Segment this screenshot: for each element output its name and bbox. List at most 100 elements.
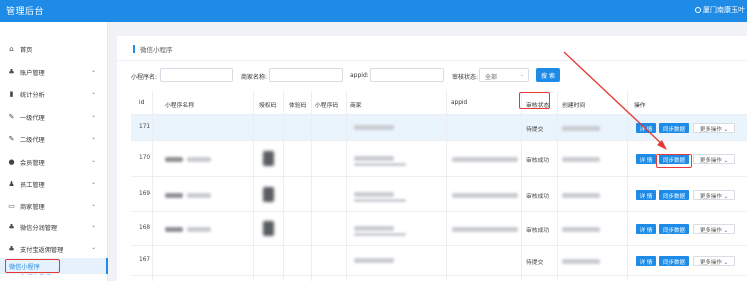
sidebar-item-6[interactable]: ♟ 员工管理 ⌄ <box>0 175 108 193</box>
sidebar-item-3[interactable]: ✎ 一级代理 ⌄ <box>0 108 108 126</box>
appid-filter-input[interactable] <box>370 68 444 82</box>
table-row[interactable]: 170 审核成功详 情同步数据 更多操作 ⌄ <box>131 141 747 177</box>
divider <box>117 60 747 61</box>
chevron-down-icon: ⌄ <box>723 127 729 133</box>
more-actions-dropdown[interactable]: 更多操作 ⌄ <box>693 190 735 200</box>
redacted-name <box>187 157 211 162</box>
user-menu[interactable]: 厦门南康玉叶 <box>695 5 745 15</box>
detail-button[interactable]: 详 情 <box>636 154 656 164</box>
redacted-name <box>165 157 183 162</box>
status-filter-label: 审核状态: <box>452 74 479 81</box>
redacted-name <box>187 227 211 232</box>
more-actions-dropdown[interactable]: 更多操作 ⌄ <box>693 256 735 266</box>
chevron-icon: ⌄ <box>91 134 97 141</box>
sidebar-item-label: 一级代理 <box>20 115 45 122</box>
table-row[interactable]: 169 审核成功详 情同步数据 更多操作 ⌄ <box>131 177 747 212</box>
sync-data-button[interactable]: 同步数据 <box>659 256 689 266</box>
auth-qr-code[interactable] <box>263 187 274 202</box>
redacted-created-time <box>562 227 600 232</box>
sidebar-item-7[interactable]: ▭ 商家管理 ⌄ <box>0 197 108 215</box>
column-divider <box>557 91 558 281</box>
redacted-merchant <box>354 258 394 263</box>
detail-button[interactable]: 详 情 <box>636 256 656 266</box>
auth-qr-code[interactable] <box>263 151 274 166</box>
sidebar-item-8[interactable]: ♣ 微信分润管理 ⌄ <box>0 218 108 236</box>
user-group-icon: ♣ <box>8 222 15 231</box>
sidebar-item-1[interactable]: ♣ 账户管理 ⌄ <box>0 63 108 81</box>
redacted-appid <box>452 157 518 162</box>
sync-data-button[interactable]: 同步数据 <box>659 190 689 200</box>
more-actions-dropdown[interactable]: 更多操作 ⌄ <box>693 224 735 234</box>
sync-data-button[interactable]: 同步数据 <box>659 224 689 234</box>
more-actions-label: 更多操作 <box>699 260 722 266</box>
row-id: 170 <box>139 155 151 161</box>
user-group-icon: ♣ <box>8 244 15 253</box>
redacted-appid <box>452 227 518 232</box>
sidebar-item-label: 会员管理 <box>20 160 45 167</box>
more-actions-label: 更多操作 <box>699 158 722 164</box>
breadcrumb: 微信小程序 <box>133 44 173 54</box>
status-filter-value: 全部 <box>485 74 498 81</box>
person-icon: ● <box>8 157 15 166</box>
sidebar-item-5[interactable]: ● 会员管理 ⌄ <box>0 153 108 171</box>
more-actions-label: 更多操作 <box>699 194 722 200</box>
sidebar-item-label: 支付宝返佣管理 <box>20 247 64 254</box>
review-status: 审核成功 <box>526 158 550 164</box>
detail-button[interactable]: 详 情 <box>636 190 656 200</box>
chevron-down-icon: ⌄ <box>519 72 524 78</box>
column-header: 小程序名称 <box>165 103 194 109</box>
auth-qr-code[interactable] <box>263 221 274 236</box>
column-header: 小程序码 <box>315 103 339 109</box>
sidebar-item-label: 首页 <box>20 47 33 54</box>
redacted-merchant <box>354 226 394 231</box>
home-icon: ⌂ <box>9 44 14 53</box>
status-filter-select[interactable]: 全部 ⌄ <box>479 68 529 82</box>
chevron-down-icon: ⌄ <box>723 260 729 266</box>
column-header: 体验码 <box>289 103 307 109</box>
more-actions-label: 更多操作 <box>699 228 722 234</box>
bar-chart-icon: ▮ <box>9 89 14 98</box>
column-divider <box>521 91 522 281</box>
main-panel: 微信小程序 小程序名: 商家名称: appid: 审核状态: 全部 ⌄ 搜 索 … <box>117 36 747 281</box>
sync-data-button[interactable]: 同步数据 <box>659 123 689 133</box>
search-button[interactable]: 搜 索 <box>536 68 560 82</box>
user-icon <box>695 7 701 13</box>
staff-icon: ♟ <box>8 179 15 188</box>
sidebar-item-9[interactable]: ♣ 支付宝返佣管理 ⌄ <box>0 240 108 258</box>
chevron-down-icon: ⌄ <box>723 228 729 234</box>
table-row[interactable]: 168 审核成功详 情同步数据 更多操作 ⌄ <box>131 212 747 246</box>
sidebar-item-4[interactable]: ✎ 二级代理 ⌄ <box>0 130 108 148</box>
app-title: 管理后台 <box>6 7 45 17</box>
redacted-created-time <box>562 193 600 198</box>
column-divider <box>311 91 312 281</box>
table-row[interactable]: 167 待提交详 情同步数据 更多操作 ⌄ <box>131 246 747 276</box>
top-bar: 管理后台 厦门南康玉叶 <box>0 0 747 22</box>
chevron-down-icon: ⌄ <box>723 158 729 164</box>
sidebar-item-2[interactable]: ▮ 统计分析 ⌄ <box>0 85 108 103</box>
chevron-icon: ⌄ <box>91 67 97 74</box>
column-divider <box>283 91 284 281</box>
column-header: 操作 <box>634 103 646 109</box>
redacted-name <box>187 193 211 198</box>
redacted-created-time <box>562 126 600 131</box>
sidebar-item-0[interactable]: ⌂ 首页 <box>0 40 108 58</box>
merchant-filter-input[interactable] <box>269 68 343 82</box>
table-row[interactable]: 171 待提交详 情同步数据 更多操作 ⌄ <box>131 115 747 141</box>
chevron-down-icon: ⌄ <box>723 194 729 200</box>
name-filter-input[interactable] <box>160 68 233 82</box>
more-actions-dropdown[interactable]: 更多操作 ⌄ <box>693 123 735 133</box>
chevron-icon: ⌄ <box>91 157 97 164</box>
chevron-icon: ⌄ <box>91 179 97 186</box>
card-icon: ▭ <box>8 201 15 210</box>
redacted-merchant <box>354 156 394 161</box>
detail-button[interactable]: 详 情 <box>636 123 656 133</box>
chevron-icon: ⌄ <box>91 201 97 208</box>
redacted-created-time <box>562 259 600 264</box>
column-header: 创建时间 <box>562 103 586 109</box>
sidebar: ⌂ 首页 ♣ 账户管理 ⌄ ▮ 统计分析 ⌄ ✎ 一级代理 ⌄ ✎ 二级代理 ⌄ ● 会员管理 ⌄ ♟ 员工管理 ⌄ ▭… <box>0 22 108 281</box>
detail-button[interactable]: 详 情 <box>636 224 656 234</box>
chevron-icon: ⌄ <box>91 112 97 119</box>
row-id: 168 <box>139 225 151 231</box>
more-actions-dropdown[interactable]: 更多操作 ⌄ <box>693 154 735 164</box>
column-header: id <box>139 100 145 106</box>
